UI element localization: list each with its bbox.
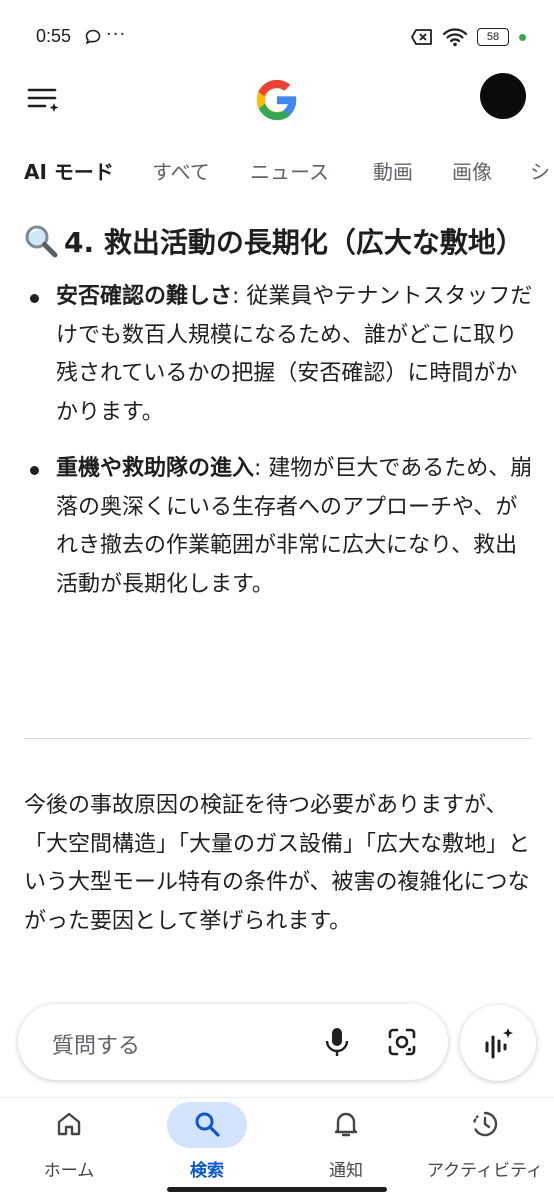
voice-sparkle-icon: [485, 1028, 513, 1059]
google-lens-icon[interactable]: [387, 1027, 417, 1057]
magnifier-emoji-icon: [25, 225, 58, 258]
bell-icon: [334, 1112, 358, 1137]
home-icon: [57, 1112, 81, 1136]
bullet-list: 安否確認の難しさ: 従業員やテナントスタッフだけでも数百人規模になるため、誰がど…: [24, 278, 534, 604]
nav-search[interactable]: 検索: [138, 1098, 276, 1198]
microphone-icon[interactable]: [323, 1026, 351, 1058]
account-avatar[interactable]: [480, 73, 526, 119]
bullet-title: 安否確認の難しさ: [56, 284, 233, 309]
tab-images[interactable]: 画像: [452, 156, 492, 185]
section-heading: 4. 救出活動の長期化（広大な敷地）: [24, 220, 534, 266]
nav-home-label: ホーム: [43, 1161, 95, 1181]
tab-shopping[interactable]: シ: [530, 156, 550, 185]
bottom-navigation: ホーム 検索 通知 アクティビティ: [0, 1097, 554, 1200]
tab-news[interactable]: ニュース: [250, 156, 329, 185]
status-more-indicator: ···: [106, 24, 127, 45]
no-sim-icon: [411, 29, 432, 45]
status-time: 0:55: [36, 26, 72, 46]
tab-videos[interactable]: 動画: [373, 156, 413, 185]
bullet-title: 重機や救助隊の進入: [56, 456, 255, 481]
ai-answer-content: 4. 救出活動の長期化（広大な敷地） 安否確認の難しさ: 従業員やテナントスタッ…: [24, 220, 534, 622]
nav-home[interactable]: ホーム: [0, 1098, 138, 1198]
status-bar: 0:55 ··· 58: [0, 0, 554, 72]
activity-icon: [473, 1111, 498, 1137]
wifi-icon: [443, 28, 467, 47]
nav-activity[interactable]: アクティビティ: [416, 1098, 554, 1198]
nav-notifications[interactable]: 通知: [277, 1098, 415, 1198]
ask-input-box[interactable]: 質問する: [18, 1004, 448, 1080]
ask-input-placeholder[interactable]: 質問する: [52, 1028, 140, 1060]
battery-indicator: 58: [477, 28, 509, 46]
tab-ai-mode[interactable]: AI モード: [24, 156, 114, 185]
gesture-navigation-bar[interactable]: [167, 1187, 387, 1192]
ai-voice-mode-button[interactable]: [460, 1005, 536, 1081]
bullet-dot: [30, 466, 39, 475]
section-divider: [24, 738, 531, 739]
app-bar: [0, 64, 554, 134]
summary-paragraph: 今後の事故原因の検証を待つ必要がありますが、「大空間構造」「大量のガス設備」「広…: [24, 793, 531, 934]
battery-level: 58: [486, 30, 500, 43]
menu-sparkle-icon[interactable]: [26, 82, 62, 118]
tab-all[interactable]: すべて: [152, 156, 210, 185]
google-logo[interactable]: [255, 78, 299, 122]
bullet-dot: [30, 294, 39, 303]
nav-search-label: 検索: [190, 1161, 224, 1181]
status-right-group: 58: [411, 26, 526, 48]
search-mode-tabs: AI モード すべて ニュース 動画 画像 シ: [0, 150, 554, 192]
nav-activity-label: アクティビティ: [426, 1161, 544, 1181]
search-icon: [195, 1112, 220, 1137]
list-item: 重機や救助隊の進入: 建物が巨大であるため、崩落の奥深くにいる生存者へのアプロー…: [24, 450, 534, 604]
section-heading-text: 4. 救出活動の長期化（広大な敷地）: [64, 226, 524, 259]
privacy-indicator-dot: [519, 33, 526, 41]
chat-bubble-icon: [85, 29, 101, 45]
list-item: 安否確認の難しさ: 従業員やテナントスタッフだけでも数百人規模になるため、誰がど…: [24, 278, 534, 432]
nav-notifications-label: 通知: [329, 1161, 363, 1181]
